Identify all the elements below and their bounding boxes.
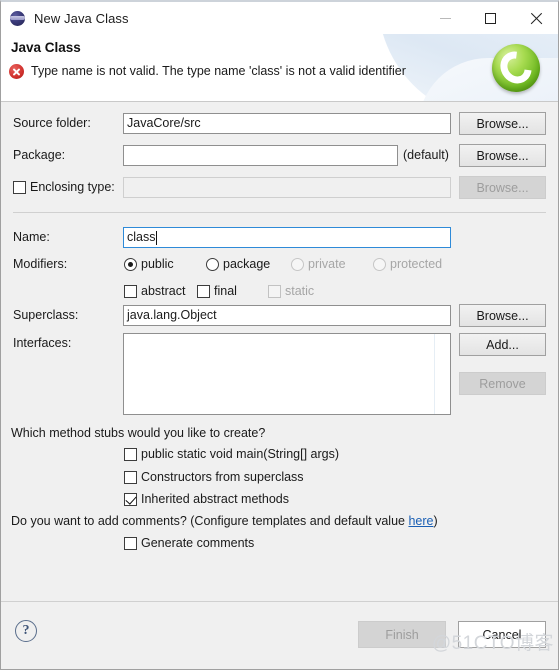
maximize-icon <box>485 12 496 24</box>
eclipse-globe-icon <box>10 10 26 26</box>
modifier-radio-protected[interactable]: protected <box>373 257 442 271</box>
package-browse-button[interactable]: Browse... <box>459 144 546 167</box>
separator-1 <box>13 212 546 213</box>
window-title: New Java Class <box>34 10 129 26</box>
error-icon <box>9 64 24 79</box>
enclosing-type-label: Enclosing type: <box>30 180 115 194</box>
modifier-checkbox-final[interactable]: final <box>197 284 237 298</box>
window-controls <box>423 2 558 34</box>
dialog-footer: ? Finish Cancel @51CTO博客 <box>1 601 558 669</box>
package-default-label: (default) <box>403 148 449 162</box>
source-folder-browse-button[interactable]: Browse... <box>459 112 546 135</box>
final-checkbox[interactable] <box>197 284 210 298</box>
static-checkbox-label: static <box>285 284 315 298</box>
public-radio-label: public <box>141 257 174 271</box>
interfaces-label: Interfaces: <box>13 336 72 350</box>
method-stubs-question: Which method stubs would you like to cre… <box>11 426 266 440</box>
generate-comments-checkbox[interactable] <box>124 536 137 550</box>
form-area: Source folder: JavaCore/src Browse... Pa… <box>1 102 558 601</box>
validation-message: Type name is not valid. The type name 'c… <box>9 62 406 80</box>
help-question-icon[interactable]: ? <box>15 620 37 642</box>
close-button[interactable] <box>513 2 558 34</box>
modifier-radio-public[interactable]: public <box>124 257 174 271</box>
stub-checkbox-inherited[interactable]: Inherited abstract methods <box>124 492 289 506</box>
package-label: Package: <box>13 148 66 162</box>
interfaces-remove-button[interactable]: Remove <box>459 372 546 395</box>
wizard-header: Java Class Type name is not valid. The t… <box>1 34 558 102</box>
constructors-label: Constructors from superclass <box>141 470 304 484</box>
source-folder-input[interactable]: JavaCore/src <box>123 113 451 134</box>
configure-templates-link[interactable]: here <box>408 514 433 528</box>
comments-question: Do you want to add comments? (Configure … <box>11 514 438 528</box>
superclass-input[interactable]: java.lang.Object <box>123 305 451 326</box>
modifier-radio-private[interactable]: private <box>291 257 346 271</box>
comments-question-prefix: Do you want to add comments? (Configure … <box>11 514 409 528</box>
modifiers-label-row: Modifiers: <box>13 257 67 271</box>
name-label-row: Name: <box>13 230 50 244</box>
protected-radio-label: protected <box>390 257 443 271</box>
finish-button[interactable]: Finish <box>358 621 446 648</box>
minimize-button[interactable] <box>423 2 468 34</box>
minimize-icon <box>440 17 451 19</box>
generate-comments-label: Generate comments <box>141 536 255 550</box>
interfaces-label-row: Interfaces: <box>13 336 71 350</box>
interfaces-listbox[interactable] <box>123 333 451 415</box>
abstract-checkbox-label: abstract <box>141 284 186 298</box>
close-icon <box>529 12 542 25</box>
abstract-checkbox[interactable] <box>124 284 137 298</box>
modifiers-label: Modifiers: <box>13 257 68 271</box>
validation-message-text: Type name is not valid. The type name 'c… <box>31 64 406 78</box>
source-folder-label: Source folder: <box>13 116 91 130</box>
interfaces-add-button[interactable]: Add... <box>459 333 546 356</box>
cancel-button[interactable]: Cancel <box>458 621 546 648</box>
private-radio[interactable] <box>291 257 304 271</box>
inherited-abstract-label: Inherited abstract methods <box>141 492 289 506</box>
superclass-label: Superclass: <box>13 308 79 322</box>
static-checkbox[interactable] <box>268 284 281 298</box>
modifier-checkbox-static[interactable]: static <box>268 284 314 298</box>
source-folder-label-row: Source folder: <box>13 116 91 130</box>
name-label: Name: <box>13 230 50 244</box>
new-java-class-dialog: New Java Class Java Class Type name is n… <box>0 0 559 670</box>
protected-radio[interactable] <box>373 257 386 271</box>
modifier-radio-package[interactable]: package <box>206 257 270 271</box>
superclass-label-row: Superclass: <box>13 308 78 322</box>
package-input[interactable] <box>123 145 398 166</box>
enclosing-type-checkbox[interactable] <box>13 180 26 194</box>
name-input-value: class <box>127 230 156 244</box>
java-class-wizard-icon <box>492 44 540 92</box>
package-radio-label: package <box>223 257 271 271</box>
title-bar: New Java Class <box>1 2 558 34</box>
superclass-browse-button[interactable]: Browse... <box>459 304 546 327</box>
generate-comments-row[interactable]: Generate comments <box>124 536 254 550</box>
inherited-abstract-checkbox[interactable] <box>124 492 137 506</box>
enclosing-type-browse-button[interactable]: Browse... <box>459 176 546 199</box>
comments-question-suffix: ) <box>433 514 438 528</box>
page-title: Java Class <box>11 40 81 55</box>
final-checkbox-label: final <box>214 284 237 298</box>
main-method-label: public static void main(String[] args) <box>141 447 339 461</box>
package-radio[interactable] <box>206 257 219 271</box>
private-radio-label: private <box>308 257 346 271</box>
modifier-checkbox-abstract[interactable]: abstract <box>124 284 185 298</box>
main-method-checkbox[interactable] <box>124 447 137 461</box>
interfaces-list-divider <box>434 334 435 414</box>
enclosing-type-input[interactable] <box>123 177 451 198</box>
stub-checkbox-main[interactable]: public static void main(String[] args) <box>124 447 339 461</box>
public-radio[interactable] <box>124 257 137 271</box>
stub-checkbox-constructors[interactable]: Constructors from superclass <box>124 470 304 484</box>
package-label-row: Package: <box>13 148 65 162</box>
enclosing-type-row[interactable]: Enclosing type: <box>13 180 115 194</box>
name-input[interactable]: class <box>123 227 451 248</box>
constructors-checkbox[interactable] <box>124 470 137 484</box>
maximize-button[interactable] <box>468 2 513 34</box>
